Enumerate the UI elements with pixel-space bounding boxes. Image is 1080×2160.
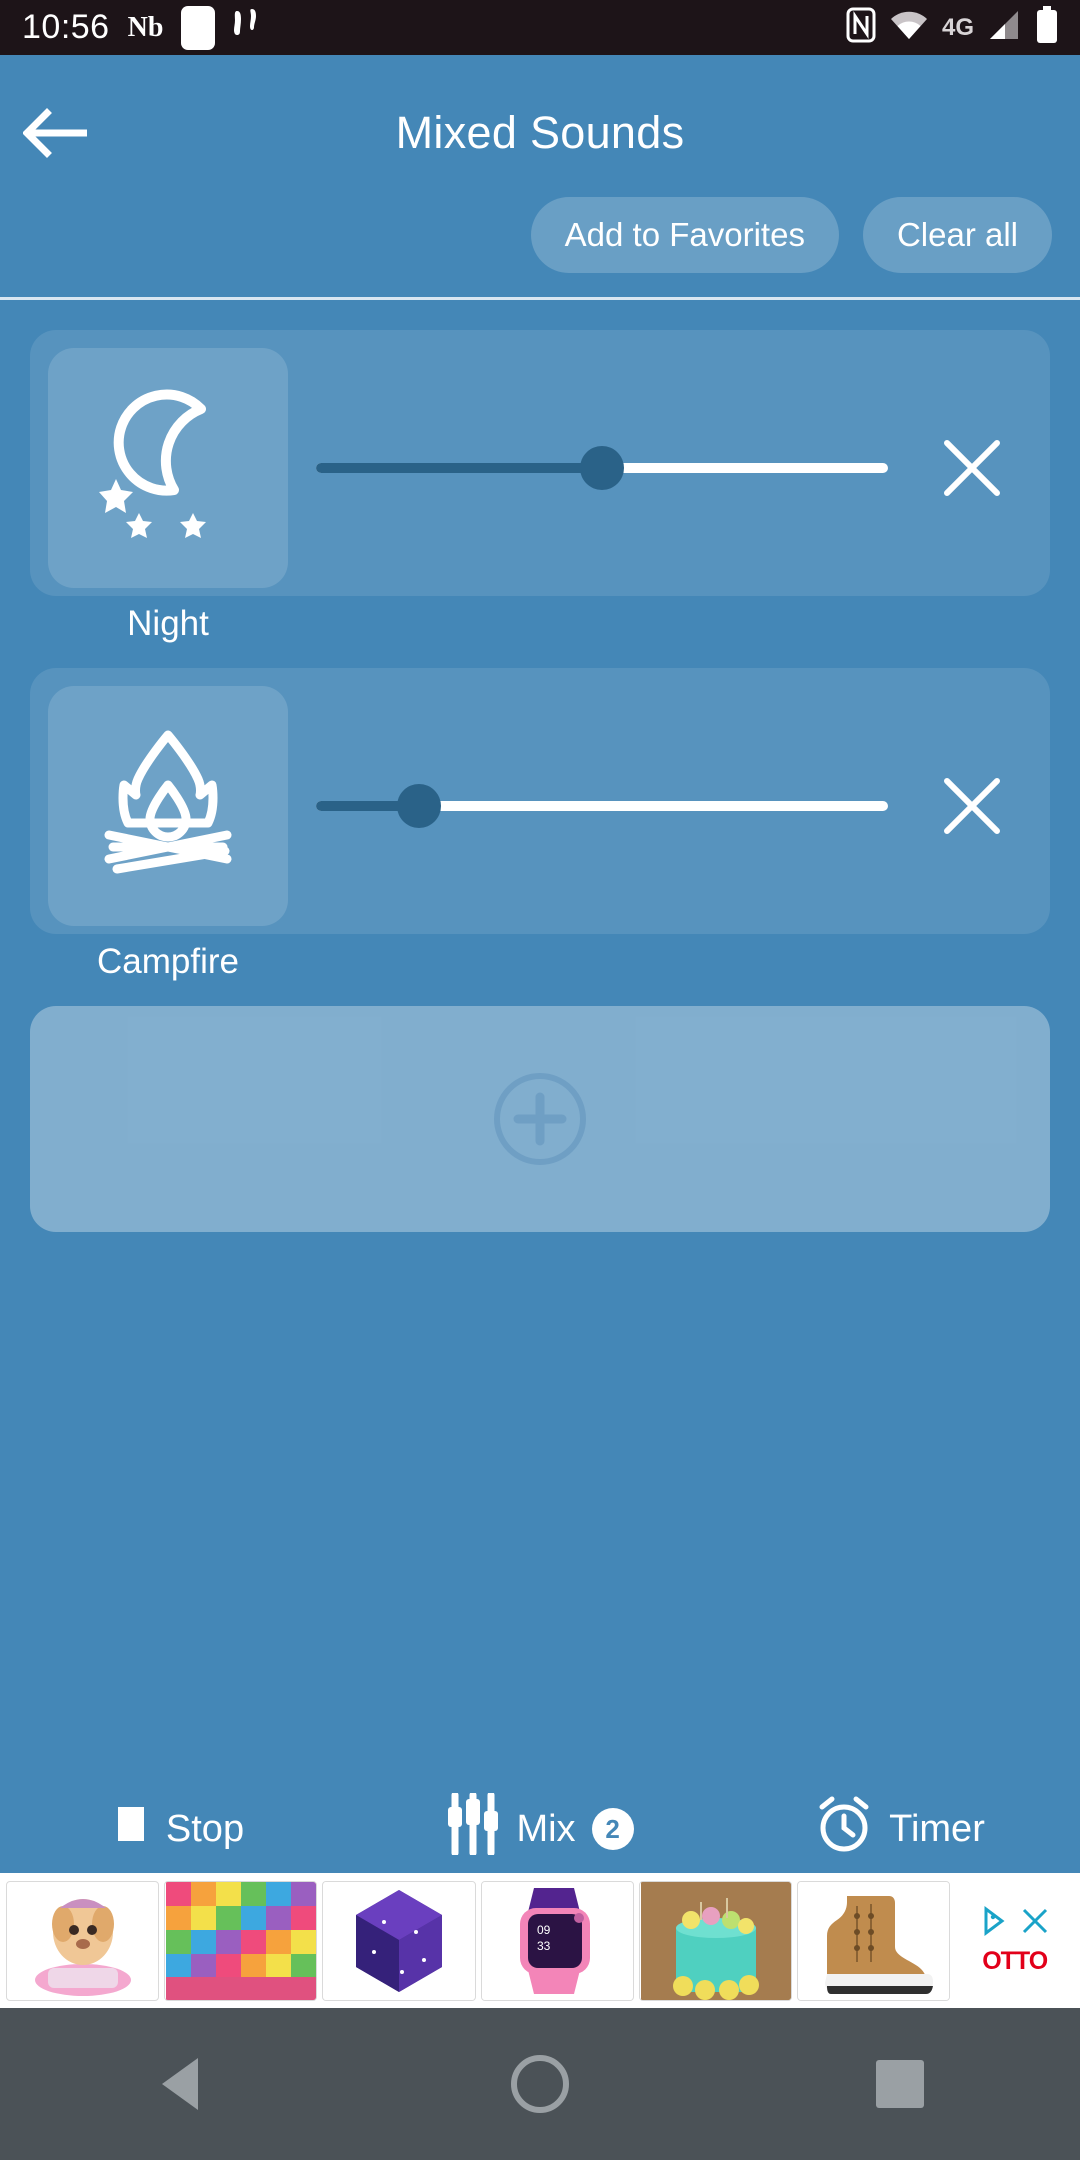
night-icon-column: Night	[48, 348, 288, 644]
stop-button[interactable]: Stop	[0, 1807, 360, 1851]
add-to-favorites-button[interactable]: Add to Favorites	[530, 197, 839, 273]
close-icon[interactable]	[1020, 1906, 1050, 1941]
back-button[interactable]	[0, 79, 110, 187]
volume-slider-night[interactable]	[288, 348, 912, 588]
slider-thumb-night[interactable]	[580, 446, 624, 490]
ad-thumb-pink-kids-smartwatch[interactable]: 09 33	[480, 1880, 634, 2001]
volume-slider-campfire[interactable]	[288, 686, 912, 926]
slider-thumb-campfire[interactable]	[396, 784, 441, 828]
remove-sound-night-button[interactable]	[912, 348, 1032, 588]
equalizer-icon	[446, 1791, 500, 1865]
sound-list: Night Campfire	[0, 300, 1080, 1534]
header-divider	[0, 297, 1080, 300]
slider-fill-night	[316, 463, 602, 473]
header-actions: Add to Favorites Clear all	[0, 187, 1080, 283]
timer-button[interactable]: Timer	[720, 1795, 1080, 1863]
ad-controls: OTTO	[955, 1881, 1074, 2001]
adchoices-icon[interactable]	[980, 1905, 1010, 1941]
system-nav-bar	[0, 2008, 1080, 2160]
sound-name-campfire: Campfire	[97, 942, 239, 981]
status-clock: 10:56	[22, 8, 110, 46]
status-bar: 10:56 Nb 4G	[0, 0, 1080, 55]
moon-stars-icon	[99, 389, 206, 538]
nav-recents-button[interactable]	[720, 2060, 1080, 2108]
mix-label: Mix	[516, 1807, 576, 1850]
timer-label: Timer	[889, 1807, 985, 1850]
sound-icon-button-night[interactable]	[48, 348, 288, 588]
sound-card-night: Night	[30, 330, 1050, 643]
svg-text:33: 33	[537, 1939, 551, 1953]
app-bar: Mixed Sounds Add to Favorites Clear all	[0, 55, 1080, 300]
ad-banner[interactable]: 09 33 OTTO	[0, 1873, 1080, 2008]
status-bar-left: 10:56 Nb	[22, 5, 259, 50]
add-sound-button[interactable]	[30, 1006, 1050, 1232]
app-badge-icon	[181, 5, 216, 50]
plus-circle-icon	[494, 1073, 586, 1165]
nav-home-button[interactable]	[360, 2055, 720, 2113]
playback-bottom-bar: Stop Mix 2 Timer	[0, 1785, 1080, 1873]
nav-back-button[interactable]	[0, 2058, 360, 2110]
sound-card-campfire: Campfire	[30, 668, 1050, 981]
alarm-clock-icon	[815, 1795, 873, 1863]
signal-icon	[988, 9, 1022, 46]
page-title: Mixed Sounds	[395, 107, 685, 158]
campfire-icon	[104, 730, 232, 874]
sound-icon-button-campfire[interactable]	[48, 686, 288, 926]
battery-icon	[1036, 6, 1058, 49]
svg-text:09: 09	[537, 1923, 551, 1937]
ad-top-controls	[980, 1905, 1050, 1941]
wifi-icon	[890, 10, 928, 45]
nfc-icon	[846, 7, 876, 48]
app-bar-row: Mixed Sounds	[0, 79, 1080, 187]
clear-all-button[interactable]: Clear all	[862, 197, 1052, 273]
nav-home-icon	[511, 2055, 569, 2113]
ad-brand-label: OTTO	[982, 1946, 1048, 1975]
stop-label: Stop	[165, 1807, 245, 1850]
ad-thumb-paw-patrol-toy[interactable]	[6, 1880, 160, 2001]
ad-thumb-galaxy-cube[interactable]	[322, 1880, 476, 2001]
footsteps-icon	[233, 7, 259, 48]
ad-thumb-rainbow-blocks[interactable]	[164, 1880, 318, 2001]
close-icon	[944, 440, 1000, 496]
notes-icon: Nb	[127, 11, 164, 43]
slider-track-night[interactable]	[316, 446, 888, 490]
mix-count-badge: 2	[591, 1808, 634, 1850]
remove-sound-campfire-button[interactable]	[912, 686, 1032, 926]
campfire-icon-column: Campfire	[48, 686, 288, 982]
slider-track-campfire[interactable]	[316, 784, 888, 828]
arrow-left-icon	[23, 108, 87, 158]
mix-button[interactable]: Mix 2	[360, 1791, 720, 1865]
stop-square-icon	[116, 1807, 150, 1851]
nav-back-icon	[162, 2058, 198, 2110]
ad-thumb-tan-boot[interactable]	[797, 1880, 951, 2001]
nav-recents-icon	[876, 2060, 924, 2108]
status-bar-right: 4G	[846, 6, 1058, 49]
sound-name-night: Night	[127, 604, 209, 643]
close-icon	[944, 778, 1000, 834]
ad-thumb-turquoise-cake[interactable]	[638, 1880, 793, 2001]
network-type-label: 4G	[941, 13, 974, 41]
